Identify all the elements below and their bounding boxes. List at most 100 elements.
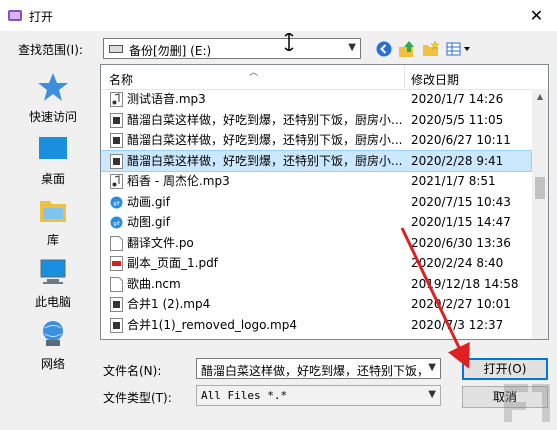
file-name: 动画.gif [127, 194, 170, 209]
chevron-down-icon: ▼ [428, 389, 436, 400]
drive-icon [109, 45, 123, 53]
place-quick-access[interactable]: 快速访问 [13, 72, 93, 125]
place-library[interactable]: 库 [13, 195, 93, 248]
star-icon [38, 73, 68, 101]
video-file-icon [110, 297, 123, 312]
file-date: 2020/2/24 8:40 [411, 256, 504, 270]
new-folder-icon [423, 40, 440, 56]
file-name: 稻香 - 周杰伦.mp3 [127, 174, 230, 188]
filetype-label: 文件类型(T): [103, 391, 172, 405]
file-list[interactable]: ︿ 名称 修改日期 测试语音.mp3 2020/1/7 14:26 醋溜白菜这样做，… [100, 64, 549, 340]
open-button[interactable]: 打开(O) [462, 358, 548, 380]
back-icon [376, 41, 392, 57]
pdf-file-icon [110, 256, 123, 271]
chevron-down-icon: ▼ [348, 42, 356, 53]
place-desktop[interactable]: 桌面 [13, 134, 93, 187]
file-row[interactable]: 合并1(1)_removed_logo.mp4 2020/7/3 12:37 [101, 315, 531, 336]
scroll-thumb[interactable] [535, 177, 545, 199]
file-row[interactable]: 醋溜白菜这样做，好吃到爆，还特别下饭，厨房小... 2020/5/5 11:05 [101, 110, 531, 131]
list-header: ︿ 名称 修改日期 [101, 65, 548, 90]
lookin-value: 备份[勿删] (E:) [129, 44, 212, 58]
place-this-pc[interactable]: 此电脑 [13, 257, 93, 310]
up-folder-icon [399, 41, 414, 57]
file-date: 2020/1/15 14:47 [411, 215, 511, 229]
place-label: 快速访问 [28, 110, 77, 124]
file-name: 测试语音.mp3 [127, 92, 206, 106]
lookin-dropdown[interactable]: 备份[勿删] (E:) ▼ [103, 38, 361, 59]
filename-input[interactable]: 醋溜白菜这样做，好吃到爆，还特别下饭，厨房小白一学就会.mp4 ▼ [196, 358, 441, 379]
place-network[interactable]: 网络 [13, 319, 93, 372]
file-name: 动图.gif [127, 215, 170, 229]
file-row[interactable]: gif 动画.gif 2020/7/15 10:43 [101, 192, 531, 213]
file-date: 2020/6/30 13:36 [411, 235, 511, 250]
watermark-logo-icon [504, 384, 550, 422]
places-bar: 快速访问 桌面 库 此电脑 网络 [13, 64, 93, 382]
svg-text:gif: gif [113, 201, 120, 207]
blank-file-icon [110, 276, 123, 292]
file-name: 合并1(1)_removed_logo.mp4 [127, 317, 297, 332]
file-row[interactable]: 副本_页面_1.pdf 2020/2/24 8:40 [101, 253, 531, 274]
close-icon: ✕ [529, 6, 544, 25]
filename-label: 文件名(N): [103, 364, 162, 378]
file-rows: 测试语音.mp3 2020/1/7 14:26 醋溜白菜这样做，好吃到爆，还特别下饭… [101, 89, 532, 336]
file-row[interactable]: 醋溜白菜这样做，好吃到爆，还特别下饭，厨房小... 2020/6/27 10:11 [101, 130, 531, 151]
scroll-up-icon[interactable]: ▲ [532, 89, 548, 105]
file-date: 2020/5/5 11:05 [411, 112, 504, 127]
audio-file-icon [110, 92, 123, 107]
lookin-label: 查找范围(I): [18, 43, 83, 57]
filename-value: 醋溜白菜这样做，好吃到爆，还特别下饭，厨房小白一学就会.mp4 [201, 364, 423, 378]
file-name: 翻译文件.po [127, 235, 194, 250]
up-folder-button[interactable] [398, 40, 416, 58]
file-date: 2020/6/27 10:11 [411, 133, 511, 147]
file-date: 2020/1/7 14:26 [411, 92, 504, 106]
desktop-icon [39, 137, 67, 159]
file-row[interactable]: 合并1 (2).mp4 2020/2/27 10:01 [101, 294, 531, 315]
app-icon [8, 10, 22, 21]
view-menu-icon [446, 42, 470, 56]
network-icon [43, 321, 63, 346]
file-row[interactable]: gif 动图.gif 2020/1/15 14:47 [101, 212, 531, 233]
file-date: 2020/2/27 10:01 [411, 297, 511, 311]
filetype-select[interactable]: All Files *.* ▼ [196, 385, 441, 406]
computer-icon [40, 259, 66, 284]
gif-file-icon: gif [110, 195, 123, 210]
file-name: 醋溜白菜这样做，好吃到爆，还特别下饭，厨房小... [127, 112, 402, 127]
file-date: 2020/7/3 12:37 [411, 317, 504, 332]
file-name: 副本_页面_1.pdf [127, 256, 218, 270]
place-label: 网络 [40, 357, 65, 371]
mouse-cursor-icon [284, 33, 294, 51]
new-folder-button[interactable] [422, 40, 440, 58]
file-row[interactable]: 测试语音.mp3 2020/1/7 14:26 [101, 89, 531, 110]
title-bar: 打开 ✕ [0, 0, 557, 31]
audio-file-icon [110, 174, 123, 189]
sort-caret-icon: ︿ [249, 68, 259, 78]
column-header-date[interactable]: 修改日期 [411, 71, 459, 88]
place-label: 库 [46, 233, 59, 247]
file-date: 2021/1/7 8:51 [411, 174, 496, 188]
video-file-icon [110, 153, 123, 169]
vertical-scrollbar[interactable]: ▲ [532, 89, 548, 339]
file-row[interactable]: 翻译文件.po 2020/6/30 13:36 [101, 233, 531, 254]
place-label: 此电脑 [34, 295, 71, 309]
view-menu-button[interactable] [446, 40, 472, 58]
file-row[interactable]: 醋溜白菜这样做，好吃到爆，还特别下饭，厨房小... 2020/2/28 9:41 [101, 149, 532, 172]
file-name: 醋溜白菜这样做，好吃到爆，还特别下饭，厨房小... [127, 153, 402, 168]
video-file-icon [110, 317, 123, 333]
file-name: 醋溜白菜这样做，好吃到爆，还特别下饭，厨房小... [127, 133, 402, 147]
back-button[interactable] [375, 40, 393, 58]
file-date: 2020/2/28 9:41 [411, 153, 504, 168]
library-icon [40, 201, 66, 222]
chevron-down-icon[interactable]: ▼ [428, 362, 436, 373]
file-row[interactable]: 歌曲.ncm 2019/12/18 14:58 [101, 274, 531, 295]
column-header-name[interactable]: 名称 [109, 71, 133, 88]
blank-file-icon [110, 235, 123, 251]
column-divider[interactable] [404, 65, 405, 89]
file-row[interactable]: 稻香 - 周杰伦.mp3 2021/1/7 8:51 [101, 171, 531, 192]
gif-file-icon: gif [110, 215, 123, 230]
window-title: 打开 [29, 10, 54, 24]
file-date: 2020/7/15 10:43 [411, 194, 511, 209]
svg-text:gif: gif [113, 221, 120, 227]
close-button[interactable]: ✕ [516, 0, 557, 31]
file-name: 歌曲.ncm [127, 276, 181, 291]
video-file-icon [110, 112, 123, 128]
